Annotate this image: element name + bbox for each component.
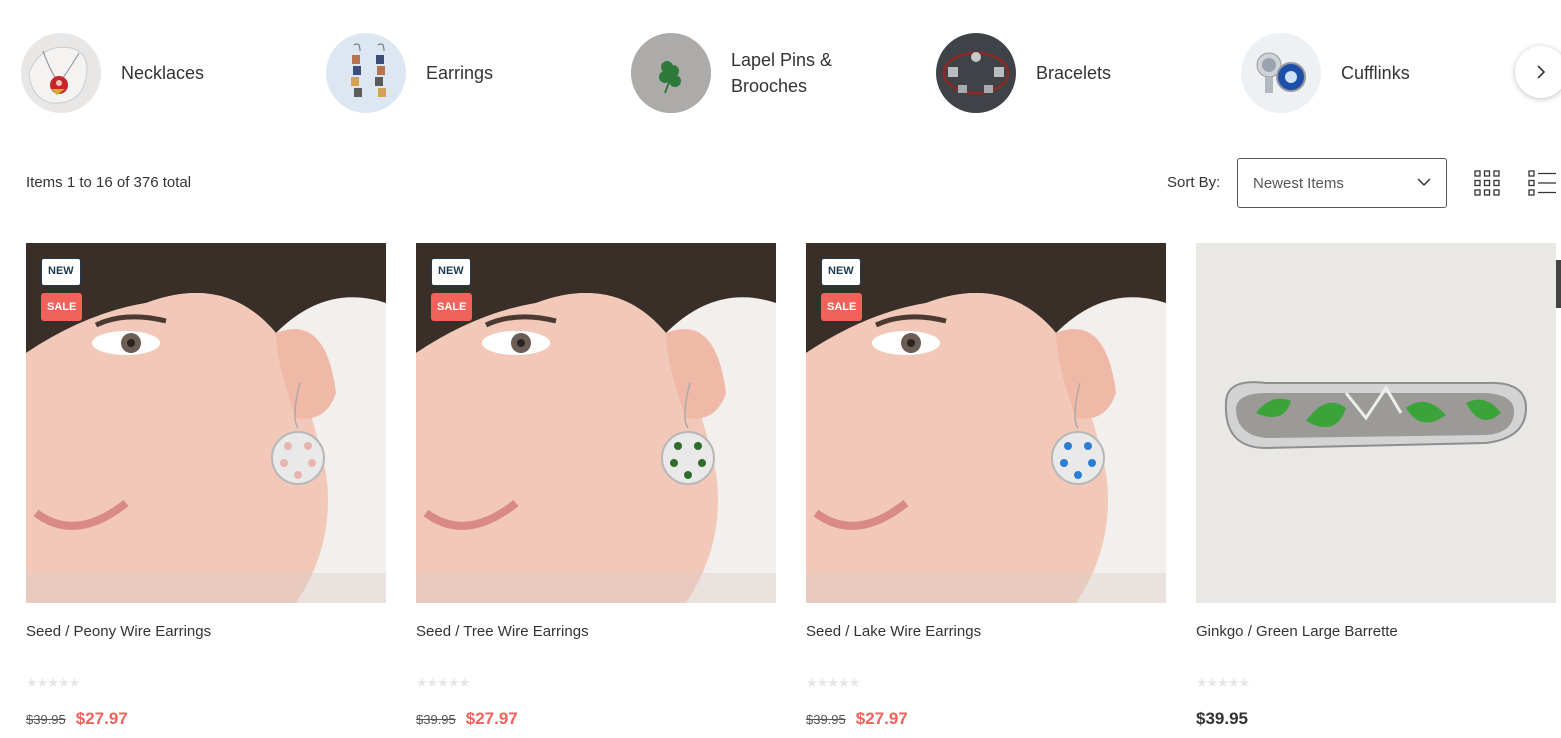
earrings-thumbnail bbox=[326, 33, 406, 113]
product-name[interactable]: Ginkgo / Green Large Barrette bbox=[1196, 623, 1398, 640]
rating-stars: ★★★★★ bbox=[416, 675, 470, 690]
sale-price: $27.97 bbox=[465, 709, 518, 728]
new-badge: NEW bbox=[821, 258, 861, 286]
product-image[interactable] bbox=[1196, 243, 1556, 603]
price-row: $39.95 $27.97 bbox=[806, 709, 908, 729]
product-image[interactable]: NEW SALE bbox=[806, 243, 1166, 603]
sort-by-value: Newest Items bbox=[1253, 174, 1344, 192]
price-row: $39.95 $27.97 bbox=[416, 709, 518, 729]
product-name[interactable]: Seed / Peony Wire Earrings bbox=[26, 623, 211, 640]
rating-stars: ★★★★★ bbox=[806, 675, 860, 690]
sort-by-label: Sort By: bbox=[1167, 174, 1221, 191]
product-name[interactable]: Seed / Lake Wire Earrings bbox=[806, 623, 981, 640]
category-label: Lapel Pins & Brooches bbox=[731, 50, 833, 96]
bracelet-thumbnail bbox=[936, 33, 1016, 113]
product-card[interactable]: NEW SALE Seed / Lake Wire Earrings ★★★★★… bbox=[806, 243, 1166, 728]
category-lapel-pins-brooches[interactable]: Lapel Pins & Brooches bbox=[631, 33, 851, 113]
sale-price: $27.97 bbox=[855, 709, 908, 728]
product-card[interactable]: Ginkgo / Green Large Barrette ★★★★★ $39.… bbox=[1196, 243, 1556, 728]
carousel-next-button[interactable] bbox=[1515, 46, 1561, 98]
new-badge: NEW bbox=[431, 258, 471, 286]
product-image[interactable]: NEW SALE bbox=[26, 243, 386, 603]
new-badge: NEW bbox=[41, 258, 81, 286]
sale-badge: SALE bbox=[431, 293, 473, 321]
old-price: $39.95 bbox=[416, 712, 456, 727]
old-price: $39.95 bbox=[26, 712, 66, 727]
category-bracelets[interactable]: Bracelets bbox=[936, 33, 1111, 113]
product-image[interactable]: NEW SALE bbox=[416, 243, 776, 603]
list-view-button[interactable] bbox=[1528, 170, 1556, 196]
product-card[interactable]: NEW SALE Seed / Tree Wire Earrings ★★★★★… bbox=[416, 243, 776, 728]
clover-pin-thumbnail bbox=[631, 33, 711, 113]
necklace-thumbnail bbox=[21, 33, 101, 113]
category-carousel: Necklaces Earrings Lapel Pins & Brooches… bbox=[0, 0, 1561, 150]
product-card[interactable]: NEW SALE Seed / Peony Wire Earrings ★★★★… bbox=[26, 243, 386, 728]
category-cufflinks[interactable]: Cufflinks bbox=[1241, 33, 1410, 113]
category-label: Necklaces bbox=[121, 63, 205, 83]
sort-by-select[interactable]: Newest Items bbox=[1237, 158, 1447, 208]
sale-badge: SALE bbox=[821, 293, 863, 321]
grid-view-button[interactable] bbox=[1474, 170, 1500, 196]
rating-stars: ★★★★★ bbox=[1196, 675, 1250, 690]
items-count: Items 1 to 16 of 376 total bbox=[26, 174, 192, 191]
category-label: Bracelets bbox=[1036, 63, 1112, 83]
price-row: $39.95 bbox=[1196, 709, 1248, 729]
category-label: Cufflinks bbox=[1341, 63, 1410, 83]
sale-badge: SALE bbox=[41, 293, 83, 321]
rating-stars: ★★★★★ bbox=[26, 675, 80, 690]
price-row: $39.95 $27.97 bbox=[26, 709, 128, 729]
product-name[interactable]: Seed / Tree Wire Earrings bbox=[416, 623, 589, 640]
list-icon bbox=[1528, 170, 1556, 196]
chevron-down-icon bbox=[1417, 178, 1431, 187]
category-necklaces[interactable]: Necklaces bbox=[21, 33, 204, 113]
scrollbar-thumb[interactable] bbox=[1556, 260, 1561, 308]
earring-stone bbox=[284, 442, 292, 450]
chevron-right-icon bbox=[1537, 65, 1546, 79]
cufflinks-thumbnail bbox=[1241, 33, 1321, 113]
grid-icon bbox=[1474, 170, 1500, 196]
sale-price: $27.97 bbox=[75, 709, 128, 728]
category-label: Earrings bbox=[426, 63, 494, 83]
old-price: $39.95 bbox=[806, 712, 846, 727]
category-earrings[interactable]: Earrings bbox=[326, 33, 493, 113]
regular-price: $39.95 bbox=[1196, 709, 1248, 728]
